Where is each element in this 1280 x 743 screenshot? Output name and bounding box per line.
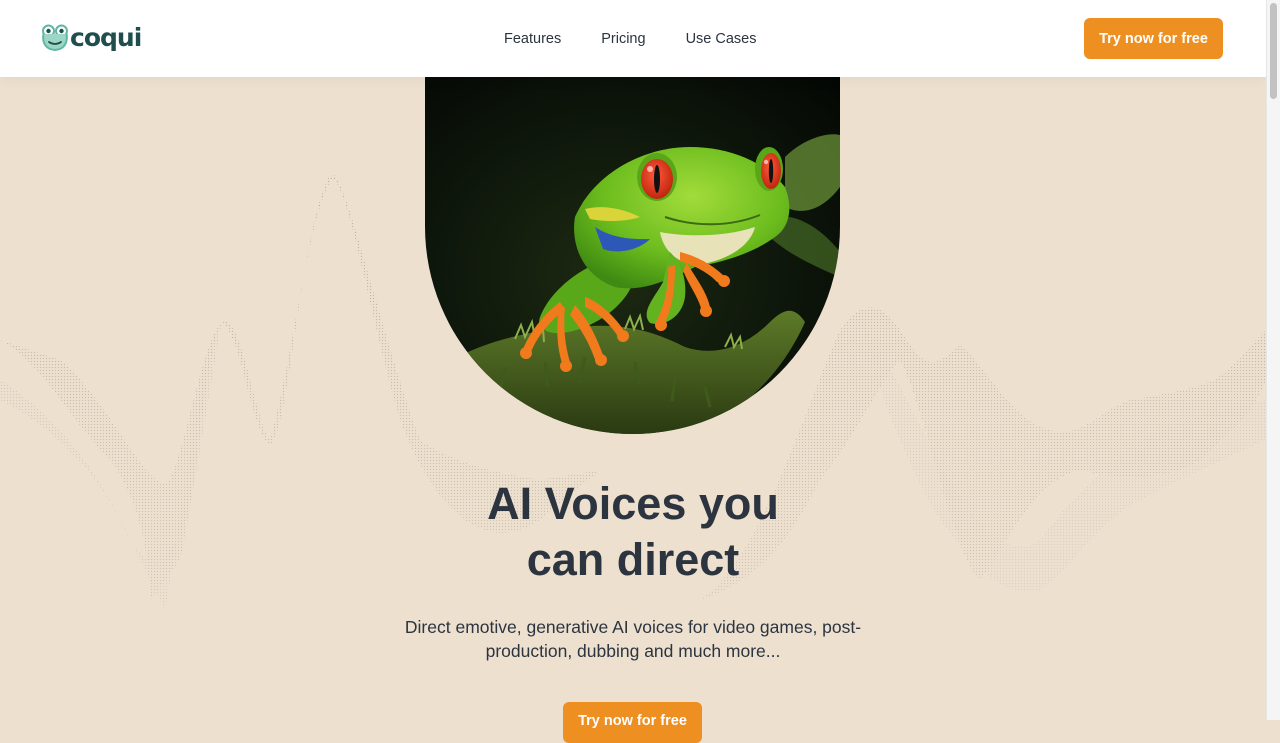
nav-features[interactable]: Features xyxy=(504,30,561,48)
page-scrollbar[interactable] xyxy=(1266,0,1280,720)
try-free-button-header[interactable]: Try now for free xyxy=(1084,18,1223,59)
try-free-button-hero[interactable]: Try now for free xyxy=(563,702,702,743)
logo-text: coqui xyxy=(70,23,142,52)
main-nav: Features Pricing Use Cases xyxy=(504,30,796,48)
hero-headline-line2: can direct xyxy=(526,534,740,585)
hero-headline: AI Voices you can direct xyxy=(0,476,1266,588)
hero-subtitle: Direct emotive, generative AI voices for… xyxy=(404,617,862,661)
nav-pricing[interactable]: Pricing xyxy=(601,30,645,48)
frog-logo-icon xyxy=(42,24,68,52)
logo-link[interactable]: coqui xyxy=(41,23,142,52)
hero-headline-line1: AI Voices you xyxy=(487,478,779,529)
scrollbar-thumb[interactable] xyxy=(1270,3,1277,99)
nav-use-cases[interactable]: Use Cases xyxy=(686,30,757,48)
site-header: coqui Features Pricing Use Cases Try now… xyxy=(0,0,1266,77)
